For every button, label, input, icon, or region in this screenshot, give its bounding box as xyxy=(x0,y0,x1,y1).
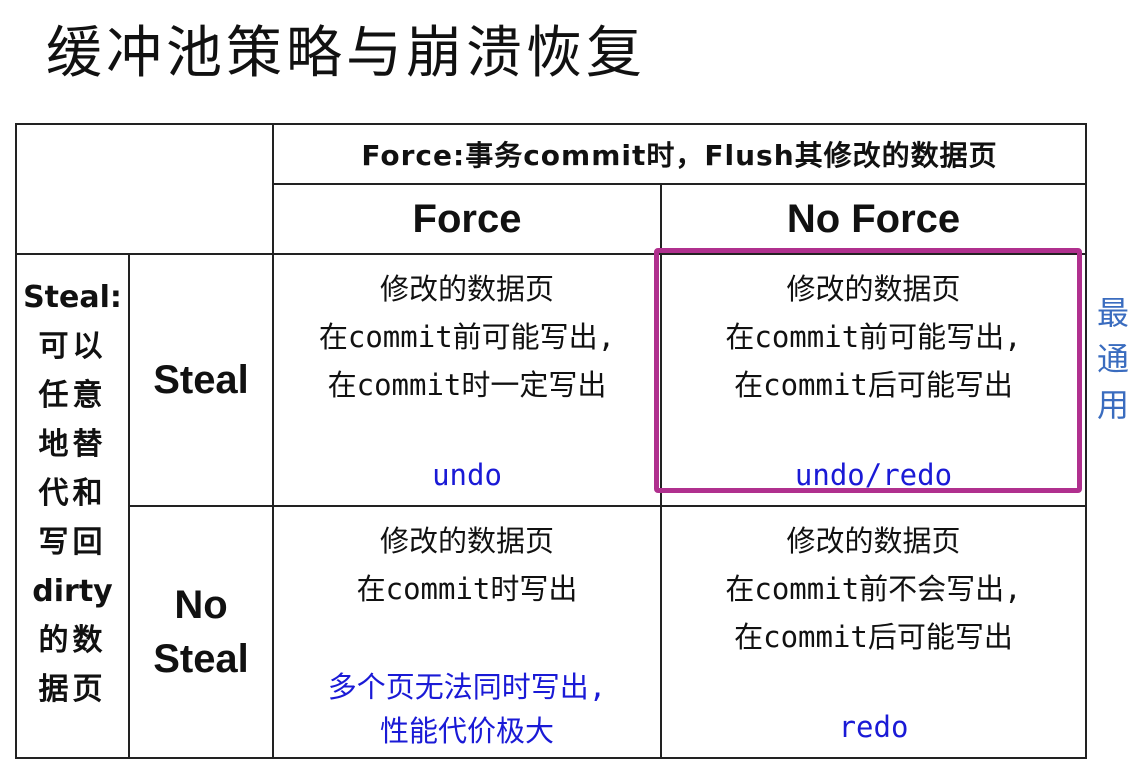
cell-steal-force: 修改的数据页 在commit前可能写出, 在commit时一定写出 undo xyxy=(272,253,662,507)
cell-note: 多个页无法同时写出, 性能代价极大 xyxy=(275,665,659,753)
side-note: 最 通 用 xyxy=(1093,290,1133,428)
cell-no-steal-force: 修改的数据页 在commit时写出 多个页无法同时写出, 性能代价极大 xyxy=(272,505,662,759)
cell-line: 修改的数据页 xyxy=(786,524,961,558)
steal-definition-line: 据页 xyxy=(38,672,107,707)
table-row: No Steal 修改的数据页 在commit时写出 多个页无法同时写出, 性能… xyxy=(16,505,1087,759)
row-header-no-steal-label: No xyxy=(174,583,228,627)
cell-line: 在commit后可能写出 xyxy=(734,620,1013,654)
steal-definition-line: 任意 xyxy=(38,378,107,413)
steal-definition-line: 代和 xyxy=(38,476,107,511)
row-header-no-steal-label: Steal xyxy=(153,637,249,681)
cell-note-line: 性能代价极大 xyxy=(379,714,554,748)
row-header-no-steal: No Steal xyxy=(128,505,274,759)
steal-definition: Steal: 可以 任意 地替 代和 写回 dirty 的数 据页 xyxy=(15,253,130,759)
force-definition: Force:事务commit时，Flush其修改的数据页 xyxy=(272,123,1087,185)
corner-cell xyxy=(15,123,274,255)
cell-note-line: 多个页无法同时写出, xyxy=(327,670,607,704)
row-header-steal: Steal xyxy=(128,253,274,507)
side-note-char: 最 xyxy=(1096,294,1129,332)
row-header-steal-label: Steal xyxy=(153,358,249,402)
side-note-char: 用 xyxy=(1096,386,1129,424)
cell-line: 在commit前不会写出, xyxy=(725,572,1022,606)
cell-line: 修改的数据页 xyxy=(379,524,554,558)
column-header-no-force: No Force xyxy=(660,183,1087,255)
table-row: Force:事务commit时，Flush其修改的数据页 xyxy=(15,123,1087,255)
cell-line: 在commit前可能写出, xyxy=(318,320,616,354)
steal-definition-label: Steal: xyxy=(23,280,122,315)
steal-definition-line: 可以 xyxy=(38,329,107,364)
steal-definition-line: 写回 xyxy=(38,525,107,560)
side-note-char: 通 xyxy=(1096,340,1129,378)
cell-line: 在commit时写出 xyxy=(356,572,578,606)
steal-definition-dirty: dirty xyxy=(32,574,113,609)
cell-line: 在commit时一定写出 xyxy=(327,368,607,402)
cell-note: redo xyxy=(838,710,909,744)
cell-no-steal-no-force: 修改的数据页 在commit前不会写出, 在commit后可能写出 redo xyxy=(660,505,1087,759)
cell-note: undo xyxy=(432,458,502,492)
steal-definition-line: 的数 xyxy=(38,623,107,658)
cell-line: 修改的数据页 xyxy=(379,272,554,306)
page-title: 缓冲池策略与崩溃恢复 xyxy=(46,21,646,86)
column-header-force: Force xyxy=(272,183,662,255)
highlight-box xyxy=(654,248,1082,493)
steal-definition-line: 地替 xyxy=(38,427,107,462)
